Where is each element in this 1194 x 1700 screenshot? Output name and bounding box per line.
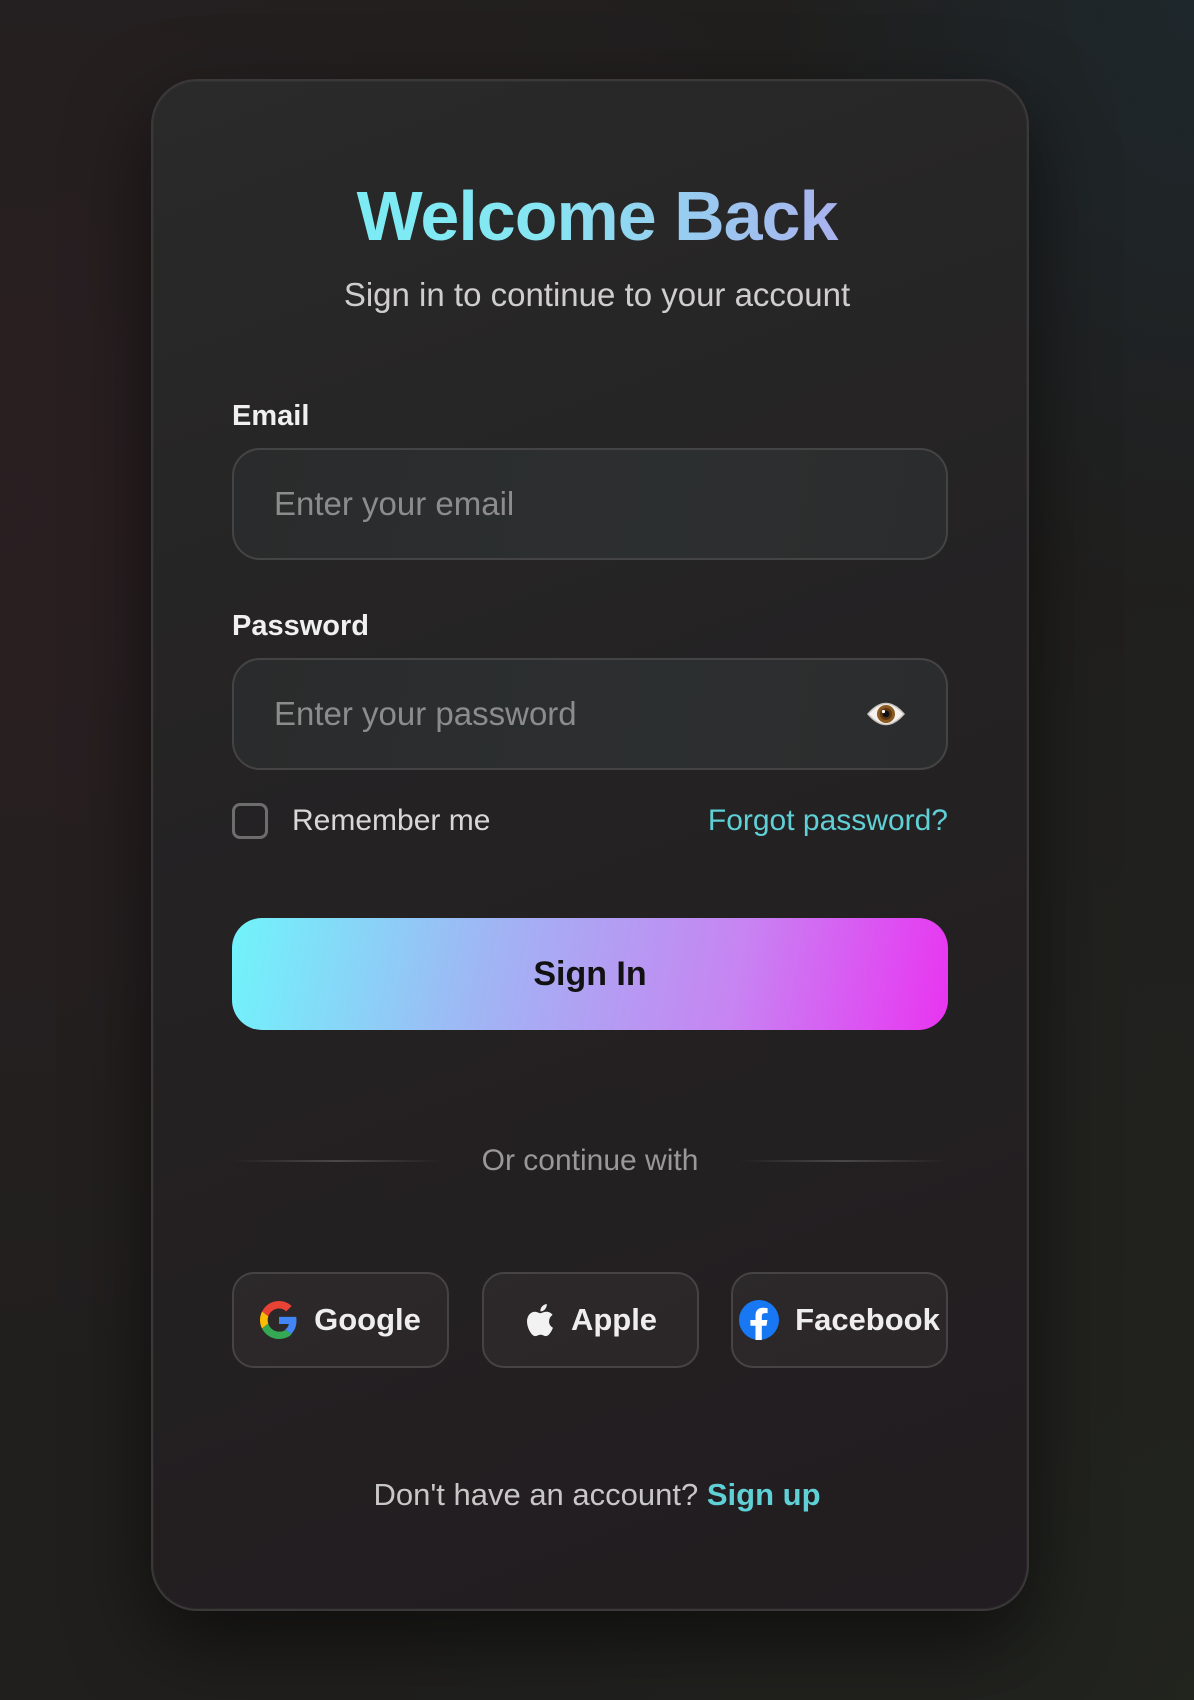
divider-line-left <box>232 1160 442 1162</box>
signup-prompt: Don't have an account? Sign up <box>0 1477 1194 1513</box>
apple-button-label: Apple <box>570 1302 658 1337</box>
eye-icon[interactable] <box>866 694 906 734</box>
google-button-label: Google <box>314 1302 421 1337</box>
apple-button[interactable]: Apple <box>481 1272 699 1368</box>
google-icon <box>260 1301 297 1339</box>
social-buttons: Google Apple Facebook <box>232 1272 948 1368</box>
remember-me-toggle[interactable]: Remember me <box>232 803 490 839</box>
apple-icon <box>526 1304 553 1337</box>
divider-line-right <box>738 1160 948 1162</box>
password-field[interactable] <box>274 695 866 733</box>
sign-in-button[interactable]: Sign In <box>232 918 948 1030</box>
signup-prompt-text: Don't have an account? <box>373 1477 699 1512</box>
google-button[interactable]: Google <box>232 1272 449 1368</box>
facebook-icon <box>739 1300 780 1340</box>
facebook-button[interactable]: Facebook <box>731 1272 948 1368</box>
password-label: Password <box>232 610 369 642</box>
email-label: Email <box>232 400 310 432</box>
divider-text: Or continue with <box>481 1144 699 1177</box>
email-field[interactable] <box>274 485 906 523</box>
facebook-button-label: Facebook <box>795 1302 940 1337</box>
password-field-wrapper <box>232 658 948 770</box>
remember-me-label: Remember me <box>292 804 491 837</box>
email-field-wrapper <box>232 448 948 560</box>
remember-me-checkbox[interactable] <box>232 803 268 839</box>
page-subtitle: Sign in to continue to your account <box>343 276 851 313</box>
page-title: Welcome Back <box>0 175 1194 257</box>
forgot-password-link[interactable]: Forgot password? <box>708 804 948 838</box>
sign-up-link[interactable]: Sign up <box>707 1477 821 1512</box>
social-divider: Or continue with <box>232 1140 948 1182</box>
remember-forgot-row: Remember me Forgot password? <box>232 802 948 840</box>
